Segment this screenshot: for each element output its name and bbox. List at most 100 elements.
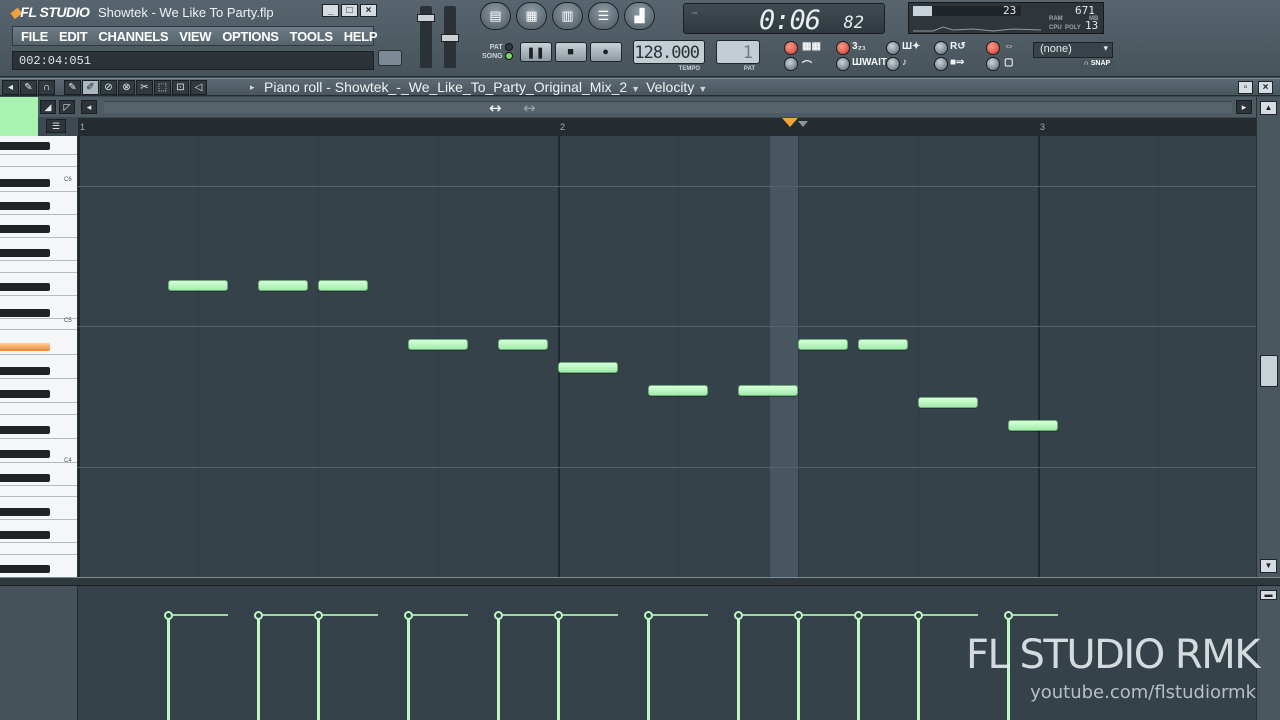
wait-toggle[interactable] [836,57,850,71]
velocity-stem[interactable] [257,618,260,720]
velocity-handle[interactable] [314,611,323,620]
note[interactable] [648,385,708,397]
multilink-toggle[interactable] [986,41,1000,55]
playlist-view-button[interactable]: ▤ [480,2,511,30]
scroll-down-button[interactable]: ▼ [1260,559,1277,573]
white-key[interactable] [0,378,77,379]
velocity-handle[interactable] [794,611,803,620]
paint-tool-icon[interactable]: ✐ [82,80,99,95]
black-key[interactable] [0,249,50,257]
black-key[interactable] [0,179,50,187]
note[interactable] [1008,420,1059,432]
overdub-toggle[interactable] [886,41,900,55]
stop-button[interactable]: ■ [554,42,587,62]
white-key[interactable] [0,154,77,155]
white-key[interactable] [0,519,77,520]
song-led[interactable] [504,52,513,61]
white-key[interactable] [0,485,77,486]
velocity-stem[interactable] [557,618,560,720]
countdown-toggle[interactable] [784,57,798,71]
playhead-marker[interactable] [782,118,798,127]
pitch-knob[interactable] [441,34,459,42]
velocity-handle[interactable] [494,611,503,620]
menu-view[interactable]: VIEW [179,29,211,44]
time-ruler[interactable]: 1 2 3 [78,118,1256,136]
white-key[interactable] [0,329,77,330]
note[interactable] [258,280,309,291]
close-button[interactable]: × [360,4,377,17]
minimize-button[interactable]: _ [322,4,339,17]
black-key[interactable] [0,565,50,573]
vertical-scroll-thumb[interactable] [1260,355,1278,387]
note[interactable] [558,361,618,373]
zoom-tool-icon[interactable]: ⊡ [172,80,189,95]
loop-icon[interactable]: R↺ [950,41,966,52]
white-key[interactable] [0,214,77,215]
countdown-icon[interactable]: ⌒ [802,57,812,72]
chevron-down-icon[interactable]: ▼ [631,84,640,94]
delete-tool-icon[interactable]: ⊘ [100,80,117,95]
white-key[interactable] [0,414,77,415]
black-key[interactable] [0,367,50,375]
pause-button[interactable]: ❚❚ [519,42,552,62]
note[interactable] [168,280,228,291]
typing-keyboard-icon[interactable]: ▦▦ [802,41,821,52]
channel-menu-icon[interactable]: ☰ [46,119,66,133]
white-key[interactable] [0,496,77,497]
note[interactable] [408,338,468,350]
white-key[interactable] [0,272,77,273]
note-grid[interactable] [78,136,1256,577]
black-key[interactable] [0,390,50,398]
velocity-stem[interactable] [497,618,500,720]
note[interactable] [918,397,978,408]
scroll-left-button[interactable]: ◂ [81,100,97,114]
velocity-handle[interactable] [854,611,863,620]
white-key[interactable] [0,542,77,543]
step-sequencer-button[interactable]: ▦ [516,2,547,30]
note[interactable] [798,338,849,350]
velocity-stem[interactable] [647,618,650,720]
velocity-stem[interactable] [857,618,860,720]
velocity-stem[interactable] [737,618,740,720]
scroll-up-button[interactable]: ▲ [1260,101,1277,115]
velocity-handle[interactable] [554,611,563,620]
note[interactable] [738,385,798,397]
scroll-right-button[interactable]: ▸ [1236,100,1252,114]
master-volume-slider[interactable] [417,6,435,68]
draw-tool-icon[interactable]: ✎ [64,80,81,95]
collapse-arrow-icon[interactable]: ▸ [250,82,255,93]
velocity-handle[interactable] [644,611,653,620]
piano-keyboard[interactable]: C6 C5 C4 [0,136,78,577]
velocity-stem[interactable] [407,618,410,720]
white-key[interactable] [0,402,77,403]
menu-edit[interactable]: EDIT [59,29,88,44]
record-button[interactable]: ● [589,42,622,62]
wait-icon[interactable]: ШWAIT [852,57,887,68]
step-edit-icon[interactable]: 3₂₁ [852,41,866,52]
zoom-out-icon[interactable]: ◢ [40,100,56,114]
chevron-down-icon[interactable]: ▼ [698,84,707,94]
white-key[interactable] [0,295,77,296]
select-tool-icon[interactable]: ⬚ [154,80,171,95]
menu-arrow-icon[interactable]: ◂ [2,80,19,95]
menu-channels[interactable]: CHANNELS [98,29,168,44]
midi-icon[interactable]: ▢ [1004,57,1013,68]
event-target-label[interactable]: Velocity [646,79,694,95]
note[interactable] [318,280,369,291]
white-key[interactable] [0,166,77,167]
cpu-monitor[interactable]: 23 671 13 RAM CPU POLY MB [908,2,1104,34]
record-audio-toggle[interactable] [784,41,798,55]
white-key[interactable] [0,237,77,238]
velocity-stem[interactable] [797,618,800,720]
vertical-scrollbar[interactable]: ▲ ▼ [1256,97,1280,577]
event-scroll-button[interactable]: ▬ [1260,590,1277,600]
black-key[interactable] [0,283,50,291]
master-pitch-slider[interactable] [441,6,459,68]
tools-wrench-icon[interactable]: ✎ [20,80,37,95]
event-editor-scrollbar[interactable]: ▬ [1256,586,1280,720]
highlighted-key[interactable] [0,343,50,351]
metronome-toggle[interactable] [836,41,850,55]
velocity-stem[interactable] [317,618,320,720]
black-key[interactable] [0,142,50,150]
velocity-stem[interactable] [917,618,920,720]
